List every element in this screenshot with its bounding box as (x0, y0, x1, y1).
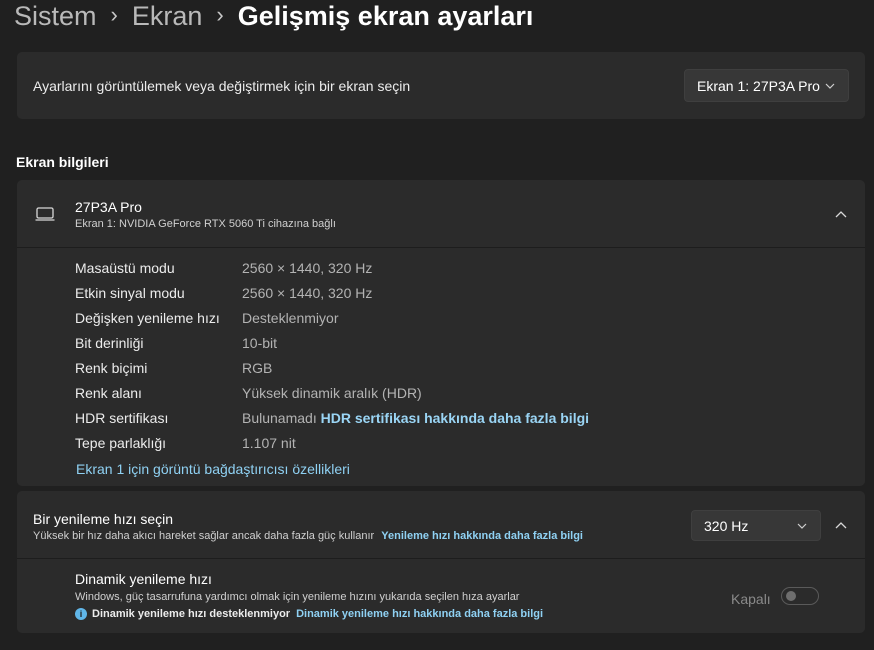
refresh-rate-desc: Yüksek bir hız daha akıcı hareket sağlar… (33, 530, 583, 542)
dynamic-refresh-unsupported: Dinamik yenileme hızı desteklenmiyor (92, 608, 291, 620)
toggle-knob (786, 591, 796, 601)
display-info-header[interactable]: 27P3A Pro Ekran 1: NVIDIA GeForce RTX 50… (17, 180, 865, 248)
section-title-display-info: Ekran bilgileri (16, 154, 109, 170)
dynamic-refresh-toggle-label: Kapalı (731, 591, 771, 607)
info-row-value: 2560 × 1440, 320 Hz (242, 260, 373, 276)
refresh-rate-info-link[interactable]: Yenileme hızı hakkında daha fazla bilgi (381, 530, 583, 542)
dynamic-refresh-desc: Windows, güç tasarrufuna yardımcı olmak … (75, 591, 520, 603)
dynamic-refresh-note: i Dinamik yenileme hızı desteklenmiyor D… (75, 608, 543, 620)
display-info-card: 27P3A Pro Ekran 1: NVIDIA GeForce RTX 50… (17, 180, 865, 486)
display-select-label: Ayarlarını görüntülemek veya değiştirmek… (33, 78, 411, 94)
monitor-icon (35, 207, 55, 221)
breadcrumb-ekran[interactable]: Ekran (132, 1, 203, 32)
info-row-key: Tepe parlaklığı (75, 435, 167, 451)
info-row-value-with-link: Bulunamadı HDR sertifikası hakkında daha… (242, 410, 589, 426)
refresh-rate-dropdown[interactable]: 320 Hz (691, 510, 821, 541)
display-select-card: Ayarlarını görüntülemek veya değiştirmek… (17, 52, 865, 119)
refresh-rate-header: Bir yenileme hızı seçin Yüksek bir hız d… (17, 491, 865, 559)
info-row-key: HDR sertifikası (75, 410, 169, 426)
adapter-properties-link[interactable]: Ekran 1 için görüntü bağdaştırıcısı özel… (76, 461, 350, 477)
monitor-name: 27P3A Pro (75, 199, 142, 215)
chevron-down-icon (825, 83, 835, 89)
hdr-cert-link[interactable]: HDR sertifikası hakkında daha fazla bilg… (321, 410, 589, 426)
info-row-key: Değişken yenileme hızı (75, 310, 220, 326)
display-dropdown-value: Ekran 1: 27P3A Pro (697, 77, 820, 94)
monitor-connection: Ekran 1: NVIDIA GeForce RTX 5060 Ti ciha… (75, 218, 336, 230)
info-row-value: 2560 × 1440, 320 Hz (242, 285, 373, 301)
info-row-value: Desteklenmiyor (242, 310, 339, 326)
page-title: Gelişmiş ekran ayarları (237, 0, 534, 31)
info-row-value: Yüksek dinamik aralık (HDR) (242, 385, 422, 401)
info-row-key: Renk alanı (75, 385, 142, 401)
display-dropdown[interactable]: Ekran 1: 27P3A Pro (684, 69, 849, 102)
info-row-value: 10-bit (242, 335, 278, 351)
info-row-key: Masaüstü modu (75, 260, 175, 276)
dynamic-refresh-info-link[interactable]: Dinamik yenileme hızı hakkında daha fazl… (296, 608, 543, 620)
refresh-rate-value: 320 Hz (704, 517, 749, 534)
hdr-cert-value: Bulunamadı (242, 410, 317, 426)
refresh-rate-card: Bir yenileme hızı seçin Yüksek bir hız d… (17, 491, 865, 633)
info-row-key: Bit derinliği (75, 335, 144, 351)
dynamic-refresh-title: Dinamik yenileme hızı (75, 571, 212, 587)
chevron-right-icon: › (216, 2, 224, 27)
info-icon: i (75, 608, 87, 620)
info-row-value: 1.107 nit (242, 435, 296, 451)
refresh-rate-title: Bir yenileme hızı seçin (33, 511, 174, 527)
chevron-down-icon (797, 523, 807, 529)
chevron-right-icon: › (110, 2, 118, 27)
breadcrumb-sistem[interactable]: Sistem (14, 1, 97, 32)
info-row-key: Etkin sinyal modu (75, 285, 185, 301)
chevron-up-icon[interactable] (835, 211, 847, 218)
dynamic-refresh-toggle[interactable] (781, 587, 819, 605)
refresh-rate-desc-text: Yüksek bir hız daha akıcı hareket sağlar… (33, 530, 375, 542)
chevron-up-icon[interactable] (835, 522, 847, 529)
info-row-key: Renk biçimi (75, 360, 148, 376)
breadcrumb: Sistem › Ekran › Gelişmiş ekran ayarları (14, 0, 533, 36)
info-row-value: RGB (242, 360, 273, 376)
